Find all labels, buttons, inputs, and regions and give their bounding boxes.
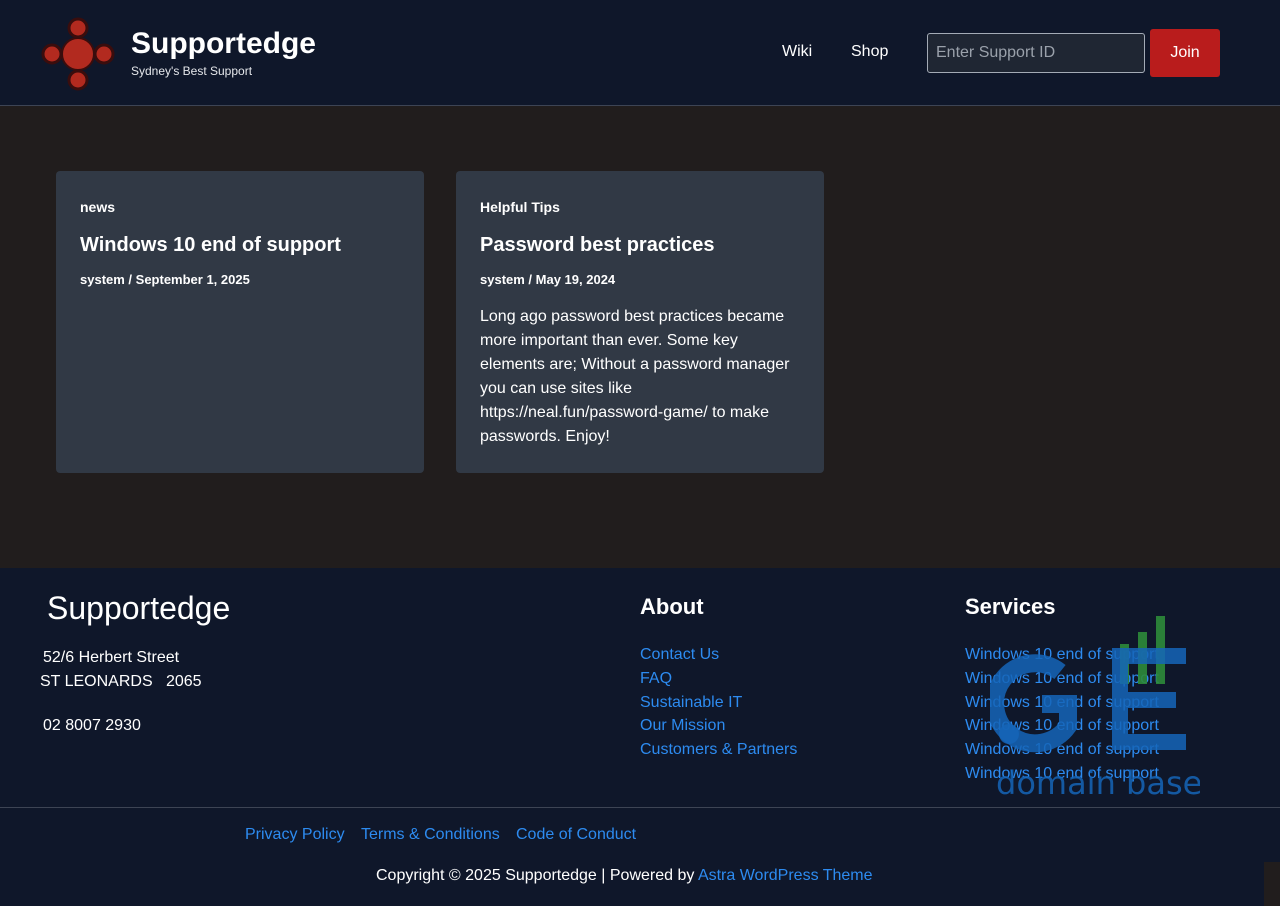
astra-theme-link[interactable]: Astra WordPress Theme bbox=[698, 867, 873, 884]
footer-brand: Supportedge bbox=[47, 590, 231, 626]
site-header: Supportedge Sydney's Best Support Wiki S… bbox=[0, 0, 1280, 106]
terms-link[interactable]: Terms & Conditions bbox=[361, 826, 500, 844]
join-button[interactable]: Join bbox=[1150, 29, 1220, 77]
footer-divider bbox=[0, 807, 1280, 808]
address-street: 52/6 Herbert Street bbox=[43, 649, 180, 666]
about-link-partners[interactable]: Customers & Partners bbox=[640, 741, 797, 758]
phone-number: 02 8007 2930 bbox=[43, 717, 141, 734]
post-category-link[interactable]: news bbox=[80, 199, 115, 215]
site-tagline: Sydney's Best Support bbox=[131, 64, 253, 78]
red-nodes-logo-icon[interactable] bbox=[40, 16, 116, 92]
domain-base-watermark-logo: domain base bbox=[990, 616, 1200, 802]
post-category-link[interactable]: Helpful Tips bbox=[480, 199, 560, 215]
about-links: Contact Us FAQ Sustainable IT Our Missio… bbox=[640, 646, 797, 765]
post-card: Helpful Tips Password best practices sys… bbox=[456, 171, 824, 473]
about-link-faq[interactable]: FAQ bbox=[640, 670, 672, 687]
post-title-link[interactable]: Password best practices bbox=[480, 233, 715, 257]
copyright-text: Copyright © 2025 Supportedge | Powered b… bbox=[376, 867, 873, 885]
svg-text:domain base: domain base bbox=[996, 764, 1200, 802]
support-id-input[interactable] bbox=[927, 33, 1145, 73]
about-link-sustainable-it[interactable]: Sustainable IT bbox=[640, 694, 742, 711]
post-meta: system / May 19, 2024 bbox=[480, 272, 616, 287]
about-heading: About bbox=[640, 594, 704, 619]
post-title-link[interactable]: Windows 10 end of support bbox=[80, 233, 341, 257]
scroll-to-top-handle[interactable] bbox=[1264, 862, 1280, 906]
privacy-policy-link[interactable]: Privacy Policy bbox=[245, 826, 345, 844]
about-link-mission[interactable]: Our Mission bbox=[640, 717, 725, 734]
copyright-prefix: Copyright © 2025 Supportedge | Powered b… bbox=[376, 867, 698, 884]
post-excerpt: Long ago password best practices became … bbox=[480, 308, 790, 445]
code-of-conduct-link[interactable]: Code of Conduct bbox=[516, 826, 636, 844]
address-suburb: ST LEONARDS 2065 bbox=[40, 673, 202, 690]
site-title[interactable]: Supportedge bbox=[131, 26, 316, 62]
nav-shop[interactable]: Shop bbox=[851, 43, 888, 61]
nav-wiki[interactable]: Wiki bbox=[782, 43, 812, 61]
about-link-contact[interactable]: Contact Us bbox=[640, 646, 719, 663]
post-meta: system / September 1, 2025 bbox=[80, 272, 250, 287]
post-card: news Windows 10 end of support system / … bbox=[56, 171, 424, 473]
